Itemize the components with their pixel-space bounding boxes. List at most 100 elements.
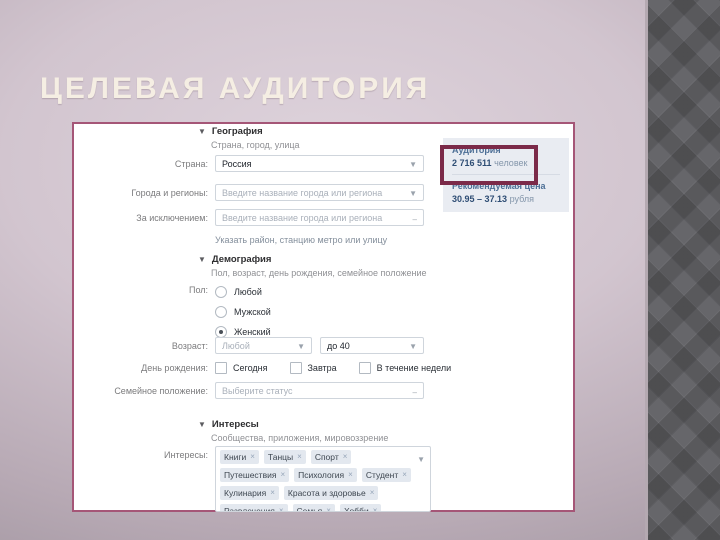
country-label: Страна: [174, 158, 208, 169]
birthday-label: День рождения: [141, 363, 208, 373]
page-title: ЦЕЛЕВАЯ АУДИТОРИЯ [40, 72, 431, 105]
gender-radio-group: Любой Мужской Женский [215, 282, 271, 342]
interest-tag-label: Танцы [267, 452, 294, 462]
audience-summary-panel: Аудитория 2 716 511 человек Рекомендуема… [443, 138, 569, 212]
remove-tag-icon[interactable]: × [280, 470, 285, 480]
section-title-interests: Интересы [211, 419, 259, 430]
remove-tag-icon[interactable]: × [326, 506, 331, 511]
checkbox-icon[interactable] [215, 362, 227, 374]
remove-tag-icon[interactable]: × [402, 470, 407, 480]
remove-tag-icon[interactable]: × [270, 488, 275, 498]
minus-icon[interactable]: – [413, 215, 417, 224]
except-placeholder: Введите название города или региона [222, 212, 383, 223]
marital-label: Семейное положение: [114, 385, 208, 396]
age-label: Возраст: [171, 340, 208, 351]
birthday-option-label: В течение недели [376, 363, 452, 373]
remove-tag-icon[interactable]: × [348, 470, 353, 480]
interest-tag[interactable]: Танцы × [263, 450, 306, 464]
marital-placeholder: Выберите статус [222, 385, 293, 396]
birthday-tomorrow-checkbox[interactable]: Завтра [289, 362, 337, 374]
remove-tag-icon[interactable]: × [279, 506, 284, 511]
interest-tag[interactable]: Студент × [361, 468, 411, 482]
remove-tag-icon[interactable]: × [370, 488, 375, 498]
interest-tag[interactable]: Путешествия × [220, 468, 290, 482]
age-to-select[interactable]: до 40 ▼ [320, 337, 424, 354]
district-link[interactable]: Указать район, станцию метро или улицу [215, 235, 387, 245]
cities-input[interactable]: Введите название города или региона ▼ [215, 184, 424, 201]
interest-tag[interactable]: Развлечения × [220, 504, 288, 512]
chevron-down-icon[interactable]: ▼ [409, 342, 417, 351]
except-input[interactable]: Введите название города или региона – [215, 209, 424, 226]
interest-tag-label: Книги [224, 452, 247, 462]
age-from-select[interactable]: Любой ▼ [215, 337, 312, 354]
gender-option-label: Мужской [234, 307, 271, 317]
radio-icon[interactable] [215, 306, 227, 318]
interest-tag[interactable]: Спорт × [310, 450, 352, 464]
audience-title: Аудитория [452, 145, 501, 155]
except-label: За исключением: [136, 212, 208, 223]
radio-icon[interactable] [215, 286, 227, 298]
remove-tag-icon[interactable]: × [373, 506, 378, 511]
remove-tag-icon[interactable]: × [343, 452, 348, 462]
diamond-pattern-strip [645, 0, 720, 540]
section-header-interests[interactable]: ▼ Интересы [198, 419, 259, 430]
gender-option-label: Женский [234, 327, 271, 337]
country-select[interactable]: Россия ▼ [215, 155, 424, 172]
price-title: Рекомендуемая цена [452, 181, 546, 191]
interest-tag[interactable]: Психология × [294, 468, 357, 482]
remove-tag-icon[interactable]: × [297, 452, 302, 462]
remove-tag-icon[interactable]: × [250, 452, 255, 462]
cities-placeholder: Введите название города или региона [222, 187, 383, 198]
interest-tag-label: Путешествия [224, 470, 277, 480]
collapse-triangle-icon[interactable]: ▼ [198, 255, 206, 264]
gender-option-label: Любой [234, 287, 262, 297]
chevron-down-icon[interactable]: ▼ [409, 189, 417, 198]
interest-tag[interactable]: Хобби × [339, 504, 382, 512]
interest-tag-label: Студент [365, 470, 399, 480]
birthday-option-label: Сегодня [233, 363, 268, 373]
chevron-down-icon[interactable]: ▼ [417, 455, 425, 464]
section-header-demography[interactable]: ▼ Демография [198, 254, 271, 265]
interest-tag-label: Кулинария [224, 488, 267, 498]
gender-option-male[interactable]: Мужской [215, 302, 271, 322]
interest-tag[interactable]: Книги × [220, 450, 259, 464]
price-unit: рубля [509, 194, 534, 204]
checkbox-icon[interactable] [358, 362, 371, 374]
age-to-value: до 40 [327, 340, 350, 351]
interests-tags-field[interactable]: Книги × Танцы × Спорт × Путешествия × Психол… [215, 446, 431, 512]
audience-unit: человек [494, 158, 528, 168]
gender-label: Пол: [188, 285, 208, 295]
age-from-value: Любой [222, 340, 250, 351]
birthday-option-label: Завтра [307, 363, 337, 373]
section-header-geography[interactable]: ▼ География [198, 126, 263, 137]
interest-tag[interactable]: Семья × [292, 504, 335, 511]
marital-select[interactable]: Выберите статус – [215, 382, 424, 399]
minus-icon[interactable]: – [413, 388, 417, 397]
interests-label: Интересы: [164, 450, 208, 460]
cities-label: Города и регионы: [131, 187, 208, 198]
interest-tag[interactable]: Кулинария × [220, 486, 279, 500]
section-subtitle-interests: Сообщества, приложения, мировоззрение [211, 433, 389, 443]
birthday-today-checkbox[interactable]: Сегодня [215, 362, 268, 374]
section-title-demography: Демография [211, 254, 272, 265]
checkbox-icon[interactable] [289, 362, 302, 374]
interest-tag-label: Красота и здоровье [287, 488, 366, 498]
chevron-down-icon[interactable]: ▼ [409, 160, 417, 169]
interest-tag-label: Хобби [343, 506, 369, 512]
collapse-triangle-icon[interactable]: ▼ [198, 420, 206, 429]
price-value: 30.95 – 37.13 [452, 194, 508, 204]
interest-tag-label: Спорт [314, 452, 339, 462]
section-subtitle-geography: Страна, город, улица [211, 140, 300, 150]
interest-tag-label: Развлечения [224, 506, 275, 512]
interest-tag-label: Психология [298, 470, 345, 480]
gender-option-any[interactable]: Любой [215, 282, 271, 302]
vk-targeting-screenshot: ▼ География Страна, город, улица Страна:… [72, 122, 575, 512]
birthday-week-checkbox[interactable]: В течение недели [358, 362, 452, 374]
interest-tag[interactable]: Красота и здоровье × [283, 486, 379, 500]
audience-value: 2 716 511 [452, 158, 492, 168]
section-title-geography: География [211, 126, 263, 137]
section-subtitle-demography: Пол, возраст, день рождения, семейное по… [211, 268, 427, 278]
country-value: Россия [222, 158, 252, 169]
collapse-triangle-icon[interactable]: ▼ [198, 127, 206, 136]
chevron-down-icon[interactable]: ▼ [297, 342, 305, 351]
